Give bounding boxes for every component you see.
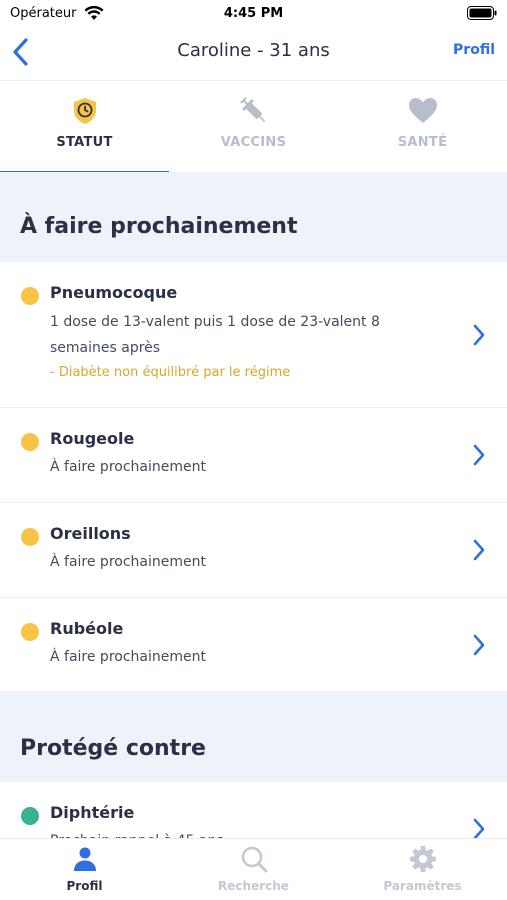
person-icon — [73, 847, 96, 871]
bottom-tab-label: Profil — [66, 879, 103, 893]
bottom-tab-profil[interactable]: Profil — [0, 839, 169, 900]
tab-vaccins[interactable]: VACCINS — [169, 81, 338, 173]
list-item-rubeole[interactable]: Rubéole À faire prochainement — [0, 598, 507, 692]
vaccine-name: Rougeole — [50, 429, 135, 448]
section-title: À faire prochainement — [20, 214, 298, 239]
vaccine-name: Oreillons — [50, 524, 131, 543]
chevron-right-icon — [473, 818, 485, 838]
list-item-diphterie[interactable]: Diphtérie Prochain rappel à 45 ans — [0, 782, 507, 838]
vaccine-description: À faire prochainement — [50, 649, 206, 665]
chevron-right-icon — [473, 539, 485, 561]
section-title: Protégé contre — [20, 736, 206, 761]
chevron-right-icon — [473, 444, 485, 466]
vaccine-status-list[interactable]: À faire prochainement Pneumocoque 1 dose… — [0, 172, 507, 838]
battery-icon — [467, 6, 497, 20]
search-icon — [241, 846, 267, 873]
bottom-tab-recherche[interactable]: Recherche — [169, 839, 338, 900]
vaccine-description: Prochain rappel à 45 ans — [50, 828, 447, 838]
chevron-right-icon — [473, 634, 485, 656]
status-dot-pending — [21, 287, 39, 305]
bottom-tab-parametres[interactable]: Paramètres — [338, 839, 507, 900]
bottom-tab-label: Paramètres — [383, 879, 462, 893]
tab-label: VACCINS — [220, 135, 287, 150]
vaccine-name: Diphtérie — [50, 803, 135, 822]
status-dot-protected — [21, 807, 39, 825]
bottom-tab-label: Recherche — [218, 879, 289, 893]
tab-label: STATUT — [56, 135, 113, 150]
vaccine-description: 1 dose de 13-valent puis 1 dose de 23-va… — [50, 314, 380, 356]
list-item-pneumocoque[interactable]: Pneumocoque 1 dose de 13-valent puis 1 d… — [0, 262, 507, 408]
clock: 4:45 PM — [223, 6, 284, 21]
list-item-oreillons[interactable]: Oreillons À faire prochainement — [0, 503, 507, 598]
shield-clock-icon — [73, 98, 96, 124]
tab-label: SANTÉ — [397, 135, 448, 150]
vaccine-name: Pneumocoque — [50, 283, 178, 302]
bottom-tab-bar: Profil Recherche Paramètres — [0, 838, 507, 900]
tab-sante[interactable]: SANTÉ — [338, 81, 507, 173]
vaccine-name: Rubéole — [50, 619, 124, 638]
vaccine-note: - Diabète non équilibré par le régime — [50, 365, 291, 380]
section-header-protected: Protégé contre — [0, 692, 507, 782]
vaccine-description: À faire prochainement — [50, 554, 206, 570]
heart-icon — [408, 98, 437, 123]
gear-icon — [409, 846, 436, 872]
status-bar: Opérateur 4:45 PM — [0, 0, 507, 28]
vaccine-description: À faire prochainement — [50, 459, 206, 475]
profile-button[interactable]: Profil — [453, 42, 495, 58]
tab-bar: STATUT VACCINS SANTÉ — [0, 80, 507, 174]
list-item-rougeole[interactable]: Rougeole À faire prochainement — [0, 408, 507, 503]
chevron-right-icon — [473, 324, 485, 346]
status-dot-pending — [21, 433, 39, 451]
section-header-upcoming: À faire prochainement — [0, 172, 507, 262]
syringe-icon — [239, 97, 265, 123]
status-dot-pending — [21, 623, 39, 641]
status-dot-pending — [21, 528, 39, 546]
navigation-bar: Caroline - 31 ans Profil — [0, 28, 507, 80]
page-title: Caroline - 31 ans — [177, 40, 330, 61]
tab-statut[interactable]: STATUT — [0, 81, 169, 174]
